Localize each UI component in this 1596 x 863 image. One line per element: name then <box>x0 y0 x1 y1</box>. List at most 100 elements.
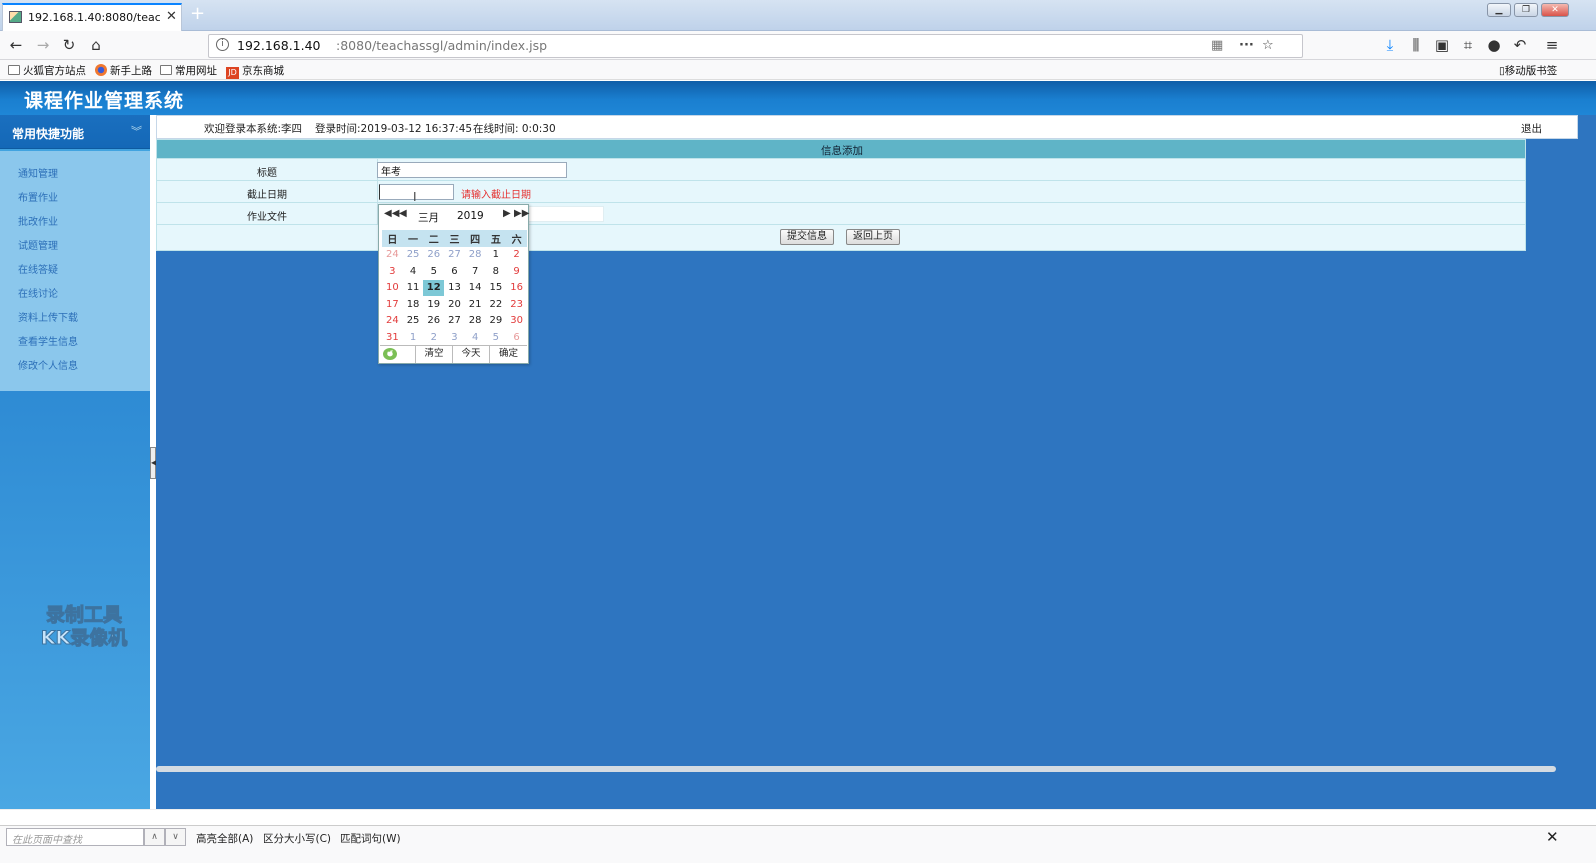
menu-icon[interactable]: ≡ <box>1542 36 1562 54</box>
calendar-day[interactable]: 6 <box>444 263 465 280</box>
back-icon[interactable]: ← <box>6 36 26 54</box>
sidebar-item-online-qa[interactable]: 在线答疑 <box>18 261 58 276</box>
find-next-icon[interactable]: ∨ <box>165 828 186 846</box>
calendar-day[interactable]: 23 <box>506 296 527 313</box>
page-actions-icon[interactable]: ··· <box>1239 38 1254 53</box>
sidebar-item-grade-homework[interactable]: 批改作业 <box>18 213 58 228</box>
close-window-icon[interactable]: ✕ <box>1541 3 1569 17</box>
calendar-day[interactable]: 15 <box>486 280 507 297</box>
next-year-icon[interactable]: ▶▶ <box>514 208 529 219</box>
calendar-day[interactable]: 5 <box>486 329 507 346</box>
today-refresh-icon[interactable]: ↺ <box>383 348 397 360</box>
prev-month-icon[interactable]: ◀ <box>399 208 407 219</box>
calendar-day[interactable]: 14 <box>465 280 486 297</box>
calendar-day[interactable]: 5 <box>423 263 444 280</box>
highlight-all-option[interactable]: 高亮全部(A) <box>196 831 253 846</box>
submit-button[interactable]: 提交信息 <box>780 229 834 245</box>
calendar-day[interactable]: 25 <box>403 313 424 330</box>
calendar-day[interactable]: 6 <box>506 329 527 346</box>
calendar-day[interactable]: 31 <box>382 329 403 346</box>
calendar-day[interactable]: 21 <box>465 296 486 313</box>
calendar-day[interactable]: 28 <box>465 247 486 264</box>
calendar-day[interactable]: 2 <box>423 329 444 346</box>
calendar-day[interactable]: 27 <box>444 313 465 330</box>
chevron-down-icon[interactable]: ︾ <box>131 123 142 139</box>
sidebar-item-student-info[interactable]: 查看学生信息 <box>18 333 78 348</box>
calendar-day[interactable]: 1 <box>486 247 507 264</box>
calendar-day[interactable]: 4 <box>465 329 486 346</box>
calendar-day[interactable]: 1 <box>403 329 424 346</box>
chat-icon[interactable]: ● <box>1484 36 1504 54</box>
browser-tab[interactable]: 192.168.1.40:8080/teachassg ✕ <box>2 3 182 31</box>
sidebar-item-online-discussion[interactable]: 在线讨论 <box>18 285 58 300</box>
calendar-day[interactable]: 24 <box>382 313 403 330</box>
calendar-day[interactable]: 16 <box>506 280 527 297</box>
bookmark-jd[interactable]: JD 京东商城 <box>226 63 284 79</box>
calendar-day[interactable]: 19 <box>423 296 444 313</box>
next-month-icon[interactable]: ▶ <box>503 208 511 219</box>
calendar-day[interactable]: 28 <box>465 313 486 330</box>
prev-year-icon[interactable]: ◀◀ <box>384 208 399 219</box>
site-info-icon[interactable]: i <box>216 38 229 51</box>
calendar-month[interactable]: 三月 <box>418 210 439 225</box>
home-icon[interactable]: ⌂ <box>86 36 106 54</box>
url-bar[interactable]: i 192.168.1.40 :8080/teachassgl/admin/in… <box>208 34 1303 58</box>
calendar-day[interactable]: 27 <box>444 247 465 264</box>
sidebar-header[interactable]: 常用快捷功能 ︾ <box>0 115 150 149</box>
reload-icon[interactable]: ↻ <box>59 36 79 54</box>
calendar-day[interactable]: 29 <box>486 313 507 330</box>
title-input[interactable] <box>377 162 567 178</box>
find-previous-icon[interactable]: ∧ <box>144 828 165 846</box>
calendar-day[interactable]: 18 <box>403 296 424 313</box>
forward-icon[interactable]: → <box>33 36 53 54</box>
calendar-day[interactable]: 25 <box>403 247 424 264</box>
calendar-day[interactable]: 22 <box>486 296 507 313</box>
calendar-day[interactable]: 4 <box>403 263 424 280</box>
calendar-day[interactable]: 8 <box>486 263 507 280</box>
calendar-day[interactable]: 30 <box>506 313 527 330</box>
whole-words-option[interactable]: 匹配词句(W) <box>340 831 401 846</box>
calendar-day[interactable]: 3 <box>382 263 403 280</box>
calendar-day[interactable]: 20 <box>444 296 465 313</box>
bookmark-firefox-official[interactable]: 火狐官方站点 <box>8 63 86 78</box>
calendar-day[interactable]: 13 <box>444 280 465 297</box>
sidebar-toggle-icon[interactable]: ▣ <box>1432 36 1452 54</box>
undo-icon[interactable]: ↶ <box>1510 36 1530 54</box>
qr-code-icon[interactable]: ▦ <box>1211 38 1223 53</box>
sidebar-item-profile[interactable]: 修改个人信息 <box>18 357 78 372</box>
calendar-day[interactable]: 10 <box>382 280 403 297</box>
calendar-year[interactable]: 2019 <box>457 210 484 222</box>
screenshot-icon[interactable]: ⌗ <box>1458 36 1478 54</box>
calendar-day[interactable]: 9 <box>506 263 527 280</box>
calendar-day[interactable]: 2 <box>506 247 527 264</box>
bookmark-star-icon[interactable]: ☆ <box>1262 38 1274 53</box>
new-tab-icon[interactable]: + <box>190 3 205 24</box>
minimize-window-icon[interactable]: ▁ <box>1487 3 1511 17</box>
back-button[interactable]: 返回上页 <box>846 229 900 245</box>
sidebar-item-file-upload[interactable]: 资料上传下载 <box>18 309 78 324</box>
find-input[interactable]: 在此页面中查找 <box>6 828 144 846</box>
logout-link[interactable]: 退出 <box>1521 121 1542 136</box>
calendar-day[interactable]: 12 <box>423 279 445 296</box>
calendar-day[interactable]: 17 <box>382 296 403 313</box>
clear-button[interactable]: 清空 <box>415 346 452 363</box>
restore-window-icon[interactable]: ❐ <box>1514 3 1538 17</box>
bookmark-common-sites[interactable]: 常用网址 <box>160 63 217 78</box>
library-icon[interactable]: ⫼ <box>1406 36 1426 54</box>
today-button[interactable]: 今天 <box>452 346 489 363</box>
bookmark-mobile[interactable]: ▯移动版书签 <box>1499 63 1557 78</box>
ok-button[interactable]: 确定 <box>489 346 527 363</box>
sidebar-item-notice[interactable]: 通知管理 <box>18 165 58 180</box>
match-case-option[interactable]: 区分大小写(C) <box>263 831 331 846</box>
close-tab-icon[interactable]: ✕ <box>166 9 177 24</box>
calendar-day[interactable]: 24 <box>382 247 403 264</box>
close-find-bar-icon[interactable]: ✕ <box>1546 828 1559 846</box>
calendar-day[interactable]: 3 <box>444 329 465 346</box>
horizontal-scrollbar[interactable] <box>156 766 1556 772</box>
calendar-day[interactable]: 26 <box>423 313 444 330</box>
calendar-day[interactable]: 11 <box>403 280 424 297</box>
sidebar-item-assign-homework[interactable]: 布置作业 <box>18 189 58 204</box>
sidebar-item-exam-questions[interactable]: 试题管理 <box>18 237 58 252</box>
calendar-day[interactable]: 7 <box>465 263 486 280</box>
calendar-day[interactable]: 26 <box>423 247 444 264</box>
